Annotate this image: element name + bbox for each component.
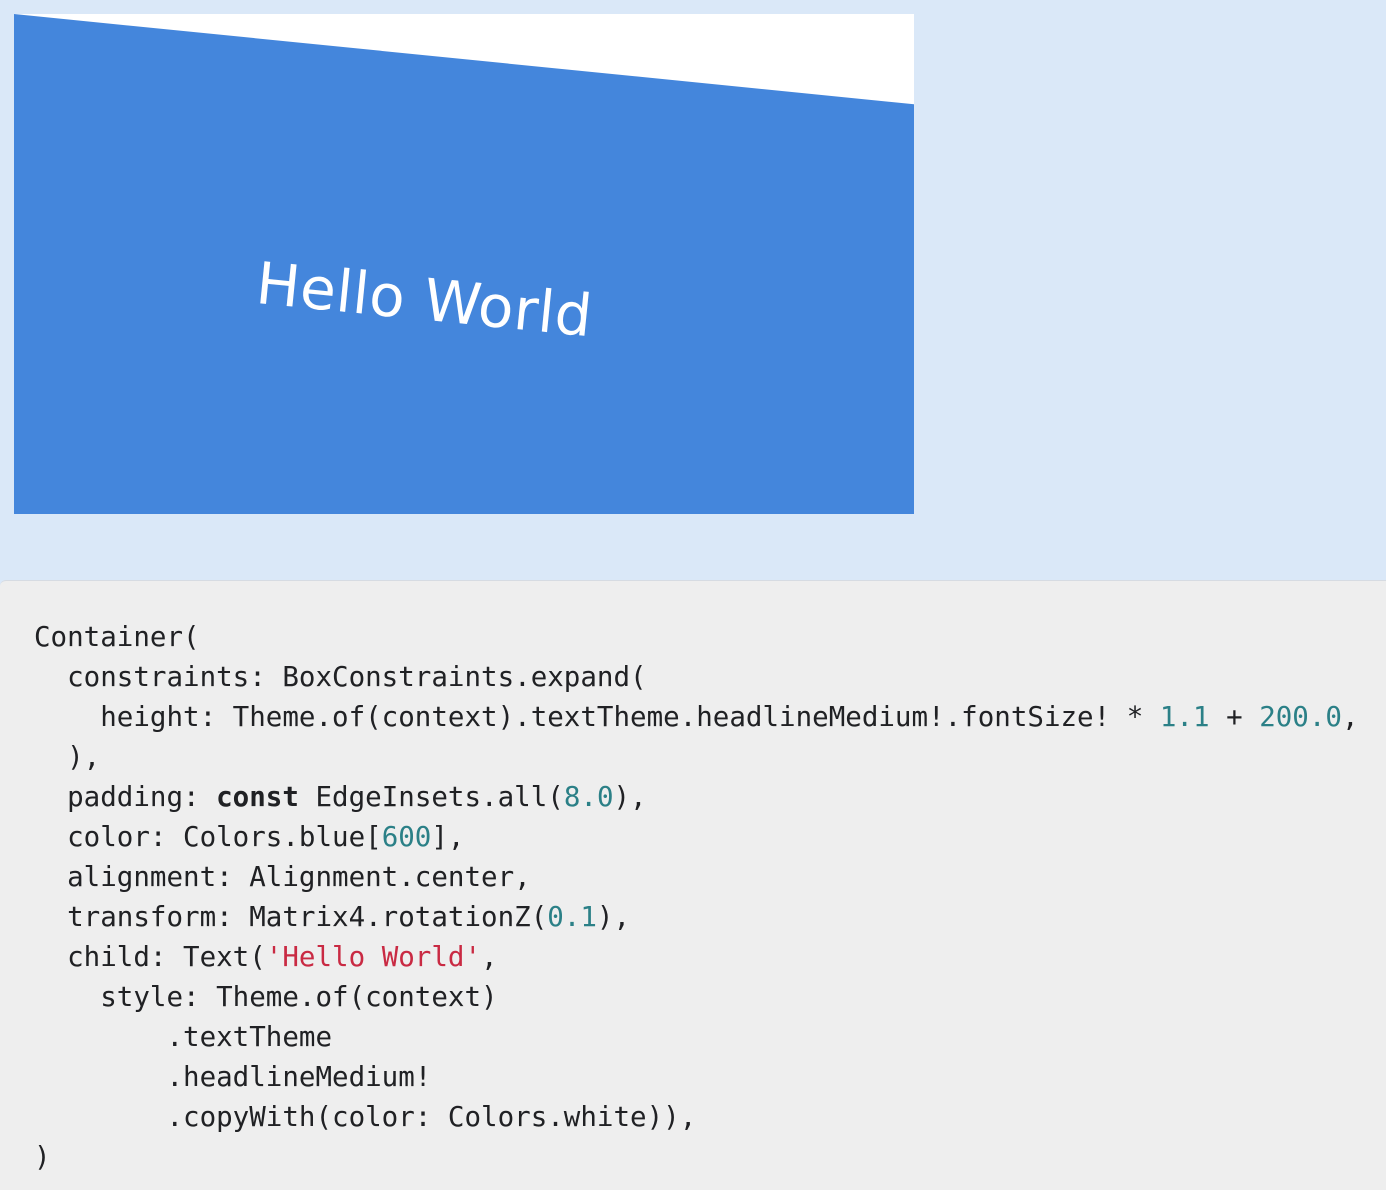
code-text: , [1341,701,1359,733]
number-literal: 8.0 [563,781,614,813]
code-text: child: Text( [34,941,266,973]
code-line-11: .textTheme [34,1021,333,1053]
number-literal: 0.1 [547,901,597,933]
code-text: EdgeInsets.all( [298,781,564,813]
code-line-1: Container( [34,621,200,653]
code-line-4: ), [34,741,101,773]
code-line-6: color: Colors.blue[600], [34,821,464,853]
code-line-12: .headlineMedium! [34,1061,432,1093]
code-line-14: ) [34,1141,51,1173]
number-literal: 600 [381,821,432,853]
code-line-9: child: Text('Hello World', [34,941,498,973]
code-text: ), [596,901,631,933]
code-panel: Container( constraints: BoxConstraints.e… [0,580,1386,1190]
string-literal: 'Hello World' [265,941,482,973]
code-line-13: .copyWith(color: Colors.white)), [34,1101,697,1133]
number-literal: 1.1 [1159,701,1210,733]
widget-preview: Hello World [14,14,914,514]
code-sample: Container( constraints: BoxConstraints.e… [34,617,1359,1177]
code-line-10: style: Theme.of(context) [34,981,498,1013]
code-line-8: transform: Matrix4.rotationZ(0.1), [34,901,630,933]
code-text: + [1209,701,1260,733]
rotated-blue-container [14,14,914,514]
code-text: color: Colors.blue[ [34,821,382,853]
number-literal: 200.0 [1259,701,1342,733]
code-text: ), [613,781,647,813]
code-text: padding: [34,781,217,813]
code-text: ], [431,821,465,853]
code-text: transform: Matrix4.rotationZ( [34,901,548,933]
code-line-2: constraints: BoxConstraints.expand( [34,661,647,693]
code-line-5: padding: const EdgeInsets.all(8.0), [34,781,647,813]
code-text: , [481,941,498,973]
code-line-7: alignment: Alignment.center, [34,861,531,893]
keyword: const [216,781,299,813]
code-line-3: height: Theme.of(context).textTheme.head… [34,701,1359,733]
code-text: height: Theme.of(context).textTheme.head… [34,701,1160,733]
